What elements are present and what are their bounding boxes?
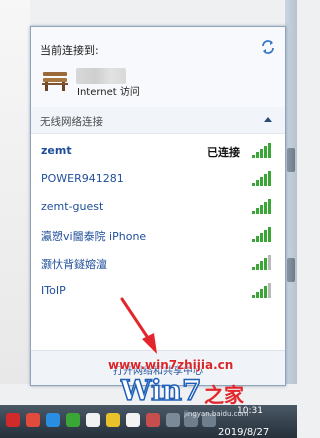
wireless-section-header[interactable]: 无线网络连接: [31, 107, 285, 134]
signal-bar: [252, 211, 255, 214]
network-name: zemt-guest: [41, 200, 104, 213]
signal-bar: [256, 152, 259, 158]
app-icon[interactable]: [146, 413, 160, 427]
signal-bar: [264, 286, 267, 298]
win7-logo-watermark: Win7 之家: [120, 373, 245, 408]
signal-strength-icon: [252, 171, 271, 186]
taskbar: 10:31 2019/8/27: [0, 405, 297, 438]
signal-bar: [268, 171, 271, 186]
signal-bar: [268, 255, 271, 270]
signal-bar: [252, 267, 255, 270]
flag-icon[interactable]: [166, 413, 180, 427]
edge-handle: [287, 258, 295, 282]
logo-suffix: 之家: [204, 383, 245, 407]
plus-icon[interactable]: [106, 413, 120, 427]
signal-strength-icon: [252, 227, 271, 242]
signal-strength-icon: [252, 255, 271, 270]
signal-bar: [260, 205, 263, 214]
clock-date[interactable]: 2019/8/27: [218, 427, 269, 438]
signal-bar: [252, 295, 255, 298]
desktop-edge: [285, 0, 297, 384]
network-row[interactable]: zemt-guest: [31, 193, 285, 221]
signal-bar: [260, 177, 263, 186]
blurred-network-name: [76, 68, 126, 84]
signal-bar: [260, 261, 263, 270]
network-name: zemt: [41, 144, 72, 157]
security-icon[interactable]: [66, 413, 80, 427]
network-row[interactable]: 瀛愬vi閫泰院 iPhone: [31, 221, 285, 249]
signal-bar: [256, 292, 259, 298]
chevron-up-icon[interactable]: [264, 116, 272, 122]
network-name: 瀛愬vi閫泰院 iPhone: [41, 230, 147, 243]
signal-bar: [264, 174, 267, 186]
connection-access-label: Internet 访问: [77, 87, 140, 98]
signal-strength-icon: [252, 283, 271, 298]
network-name: IToIP: [41, 284, 66, 297]
network-row[interactable]: zemt 已连接: [31, 137, 285, 165]
shield-icon[interactable]: [46, 413, 60, 427]
signal-strength-icon: [252, 199, 271, 214]
signal-bar: [252, 239, 255, 242]
edge-handle: [287, 148, 295, 172]
app-icon[interactable]: [86, 413, 100, 427]
signal-bar: [256, 180, 259, 186]
logo-text: Win7: [120, 374, 201, 407]
signal-bar: [268, 143, 271, 158]
signal-bar: [260, 149, 263, 158]
signal-bar: [260, 233, 263, 242]
network-row[interactable]: POWER941281: [31, 165, 285, 193]
refresh-icon[interactable]: [260, 39, 276, 55]
signal-bar: [252, 183, 255, 186]
red-arrow-annotation: [120, 297, 157, 354]
current-connection-header: 当前连接到: Internet 访问: [31, 27, 285, 108]
jingyan-watermark: jingyan.baidu.com: [184, 410, 249, 418]
network-name: 灏忕背鐩嫆澶: [41, 258, 107, 271]
signal-bar: [268, 227, 271, 242]
signal-bar: [264, 230, 267, 242]
signal-strength-icon: [252, 143, 271, 158]
signal-bar: [256, 208, 259, 214]
signal-bar: [256, 236, 259, 242]
signal-bar: [252, 155, 255, 158]
desktop-background: [0, 0, 30, 384]
signal-bar: [256, 264, 259, 270]
signal-bar: [268, 283, 271, 298]
app-icon[interactable]: [126, 413, 140, 427]
current-connection-title: 当前连接到:: [40, 44, 99, 57]
signal-bar: [264, 146, 267, 158]
network-row[interactable]: 灏忕背鐩嫆澶: [31, 249, 285, 277]
app-icon[interactable]: [26, 413, 40, 427]
wireless-section-label: 无线网络连接: [40, 116, 103, 128]
network-name: POWER941281: [41, 172, 124, 185]
connection-status: 已连接: [207, 146, 240, 159]
qq-icon[interactable]: [6, 413, 20, 427]
signal-bar: [260, 289, 263, 298]
signal-bar: [268, 199, 271, 214]
signal-bar: [264, 258, 267, 270]
network-bench-icon: [42, 72, 68, 91]
signal-bar: [264, 202, 267, 214]
